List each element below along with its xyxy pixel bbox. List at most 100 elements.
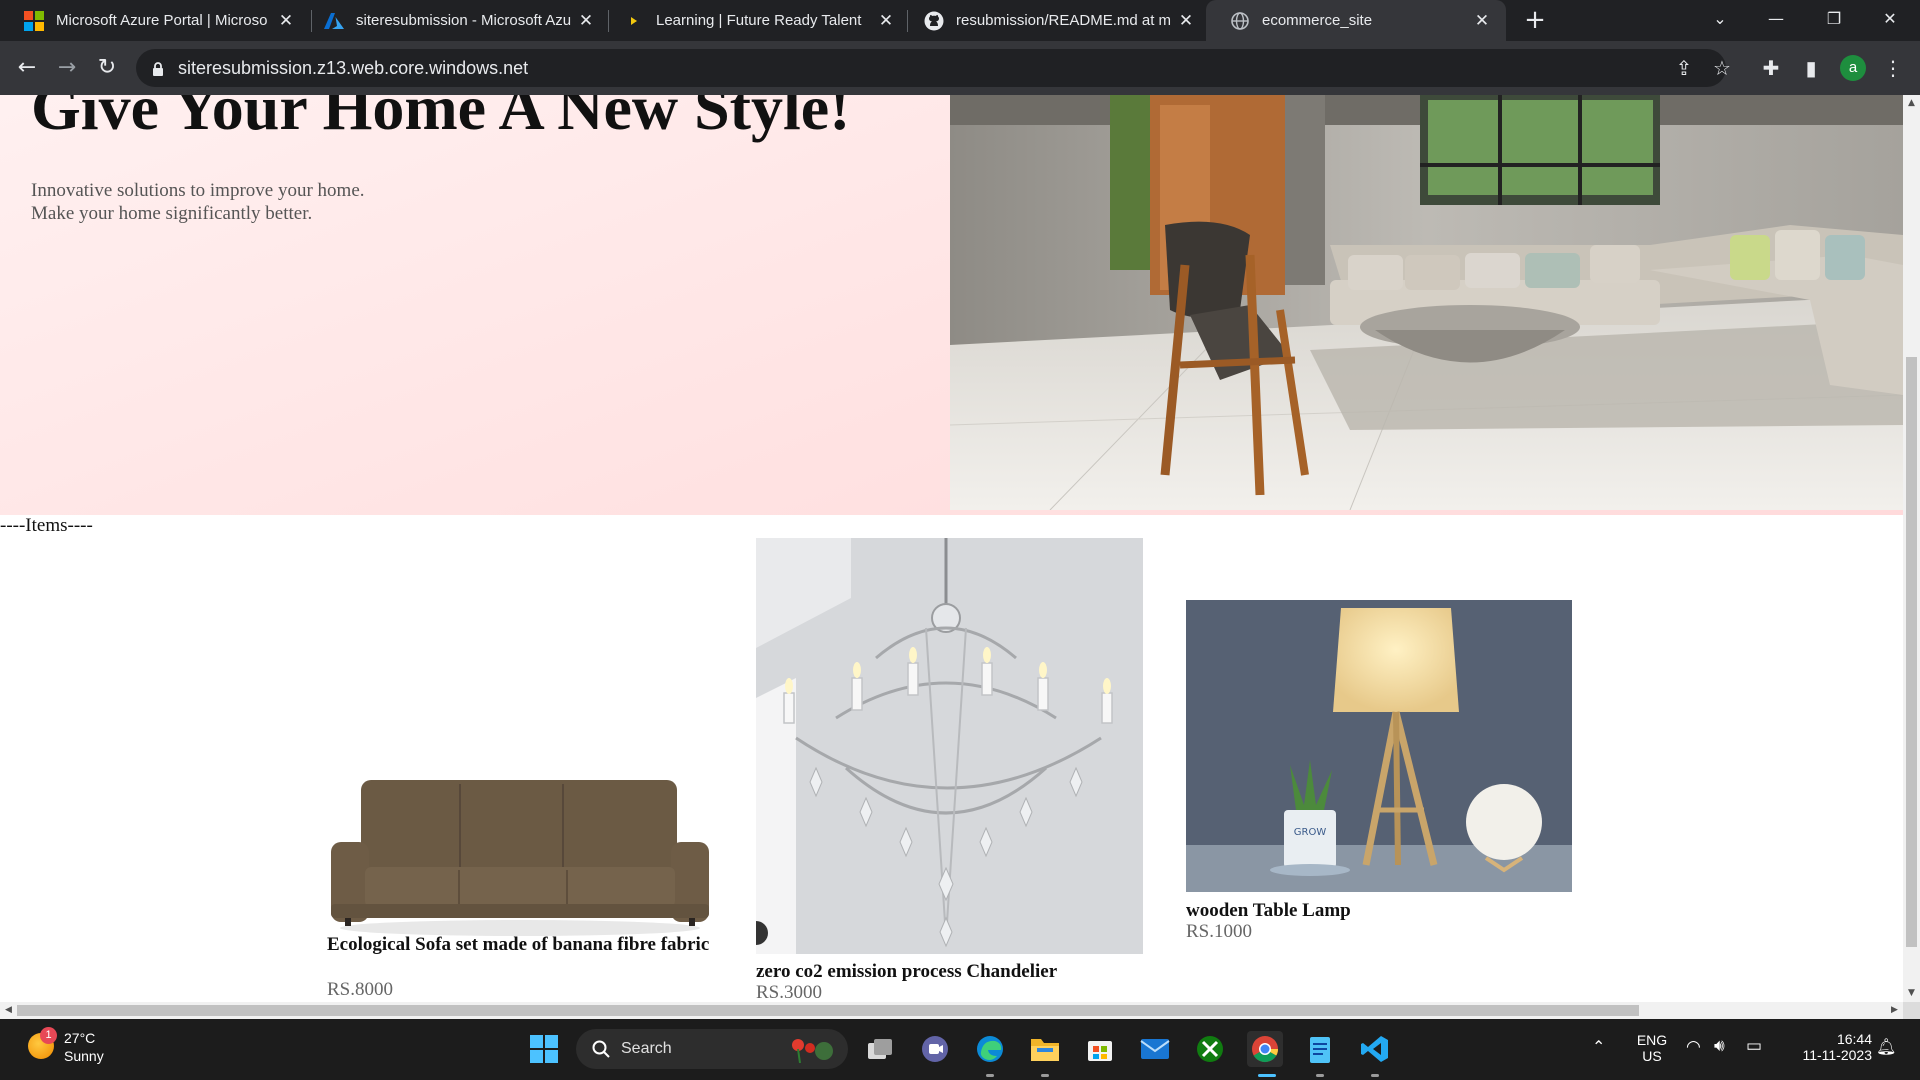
hero-subtitle-line: Make your home significantly better. bbox=[31, 203, 313, 224]
input-language[interactable]: ENG US bbox=[1630, 1032, 1674, 1064]
flowers-decoration-icon bbox=[792, 1039, 833, 1063]
bookmark-star-icon[interactable]: ☆ bbox=[1710, 57, 1734, 81]
close-tab-icon[interactable]: ✕ bbox=[1174, 11, 1198, 31]
profile-avatar[interactable]: a bbox=[1840, 55, 1866, 81]
language-code: ENG bbox=[1636, 1032, 1668, 1048]
hero-section: Give Your Home A New Style! Innovative s… bbox=[0, 95, 1903, 515]
microsoft-logo-icon bbox=[24, 10, 44, 31]
tab-github-readme[interactable]: resubmission/README.md at m ✕ bbox=[900, 0, 1210, 41]
search-label: Search bbox=[621, 1040, 672, 1057]
svg-text:GROW: GROW bbox=[1294, 827, 1327, 838]
hero-subtitle-line: Innovative solutions to improve your hom… bbox=[31, 180, 365, 201]
xbox-icon[interactable] bbox=[1192, 1031, 1228, 1067]
running-indicator bbox=[1041, 1074, 1049, 1077]
tab-azure-portal[interactable]: Microsoft Azure Portal | Microso ✕ bbox=[0, 0, 310, 41]
product-image-chandelier[interactable] bbox=[756, 538, 1143, 954]
close-tab-icon[interactable]: ✕ bbox=[874, 11, 898, 31]
hero-subtitle: Innovative solutions to improve your hom… bbox=[31, 179, 365, 225]
product-price: RS.3000 bbox=[756, 982, 822, 1002]
notification-badge: 1 bbox=[40, 1027, 57, 1044]
running-indicator bbox=[1371, 1074, 1379, 1077]
tab-title: ecommerce_site bbox=[1262, 12, 1373, 29]
github-logo-icon bbox=[924, 11, 944, 31]
url-text[interactable]: siteresubmission.z13.web.core.windows.ne… bbox=[178, 58, 528, 79]
weather-temperature: 27°C bbox=[64, 1030, 96, 1046]
reload-icon[interactable]: ↻ bbox=[92, 53, 122, 83]
chrome-icon[interactable] bbox=[1247, 1031, 1283, 1067]
scrollbar-corner bbox=[1903, 1002, 1920, 1019]
address-bar[interactable]: siteresubmission.z13.web.core.windows.ne… bbox=[136, 49, 1731, 87]
living-room-image bbox=[950, 95, 1903, 510]
close-tab-icon[interactable]: ✕ bbox=[574, 11, 598, 31]
tab-search-chevron-icon[interactable]: ⌄ bbox=[1692, 0, 1748, 41]
lock-icon[interactable] bbox=[152, 61, 164, 80]
learning-play-icon bbox=[624, 11, 644, 31]
wifi-icon[interactable]: ◠ bbox=[1686, 1037, 1701, 1057]
hero-title: Give Your Home A New Style! bbox=[31, 95, 851, 143]
taskbar-search[interactable]: Search bbox=[576, 1029, 848, 1069]
close-tab-icon[interactable]: ✕ bbox=[274, 11, 298, 31]
battery-icon[interactable]: ▭ bbox=[1746, 1036, 1762, 1056]
start-windows-icon[interactable] bbox=[526, 1031, 562, 1067]
teams-chat-icon[interactable] bbox=[917, 1031, 953, 1067]
windows-taskbar: 1 27°C Sunny Search ⌃ ENG US ◠ 🔊︎ ▭ 16:4… bbox=[0, 1019, 1920, 1080]
region-code: US bbox=[1642, 1048, 1662, 1064]
vertical-scrollbar[interactable]: ▲ ▼ bbox=[1903, 95, 1920, 1002]
tab-title: resubmission/README.md at m bbox=[956, 12, 1172, 29]
running-indicator bbox=[1316, 1074, 1324, 1077]
microsoft-store-icon[interactable] bbox=[1082, 1031, 1118, 1067]
horizontal-scrollbar[interactable]: ◀ ▶ bbox=[0, 1002, 1903, 1019]
volume-icon[interactable]: 🔊︎ bbox=[1714, 1036, 1725, 1056]
restore-icon[interactable]: ❐ bbox=[1806, 0, 1862, 41]
back-arrow-icon[interactable]: ← bbox=[12, 53, 42, 83]
file-explorer-icon[interactable] bbox=[1027, 1031, 1063, 1067]
edge-browser-icon[interactable] bbox=[972, 1031, 1008, 1067]
tab-title: Learning | Future Ready Talent bbox=[656, 12, 862, 29]
page-viewport: Give Your Home A New Style! Innovative s… bbox=[0, 95, 1903, 1002]
product-name[interactable]: Ecological Sofa set made of banana fibre… bbox=[327, 933, 713, 956]
tab-title: Microsoft Azure Portal | Microso bbox=[56, 12, 268, 29]
task-view-icon[interactable] bbox=[862, 1031, 898, 1067]
scroll-left-arrow-icon[interactable]: ◀ bbox=[0, 1002, 17, 1019]
tab-ecommerce-site[interactable]: ecommerce_site ✕ bbox=[1206, 0, 1506, 41]
mail-icon[interactable] bbox=[1137, 1031, 1173, 1067]
share-icon[interactable]: ⇪ bbox=[1672, 57, 1696, 81]
browser-toolbar: ← → ↻ siteresubmission.z13.web.core.wind… bbox=[0, 41, 1920, 95]
side-panel-icon[interactable]: ▮ bbox=[1798, 55, 1824, 81]
running-indicator bbox=[1258, 1074, 1276, 1077]
vertical-scroll-thumb[interactable] bbox=[1906, 357, 1917, 947]
forward-arrow-icon[interactable]: → bbox=[52, 53, 82, 83]
close-window-icon[interactable]: ✕ bbox=[1862, 0, 1918, 41]
clock[interactable]: 16:44 11-11-2023 bbox=[1782, 1031, 1872, 1063]
notification-bell-icon[interactable]: 🔔︎ bbox=[1876, 1037, 1896, 1057]
extensions-puzzle-icon[interactable]: ✚ bbox=[1758, 55, 1784, 81]
scroll-up-arrow-icon[interactable]: ▲ bbox=[1903, 95, 1920, 112]
close-tab-icon[interactable]: ✕ bbox=[1470, 11, 1494, 31]
horizontal-scroll-thumb[interactable] bbox=[17, 1005, 1639, 1016]
minimize-icon[interactable]: — bbox=[1748, 0, 1804, 41]
vscode-icon[interactable] bbox=[1357, 1031, 1393, 1067]
search-icon bbox=[592, 1040, 610, 1058]
tab-learning[interactable]: Learning | Future Ready Talent ✕ bbox=[600, 0, 910, 41]
tab-siteresubmission[interactable]: siteresubmission - Microsoft Azu ✕ bbox=[300, 0, 610, 41]
product-price: RS.1000 bbox=[1186, 921, 1252, 942]
clock-date: 11-11-2023 bbox=[1802, 1047, 1872, 1063]
show-hidden-icons-chevron-icon[interactable]: ⌃ bbox=[1592, 1037, 1605, 1057]
product-name[interactable]: wooden Table Lamp bbox=[1186, 899, 1572, 922]
clock-time: 16:44 bbox=[1836, 1031, 1872, 1047]
product-price: RS.8000 bbox=[327, 979, 393, 1000]
weather-condition: Sunny bbox=[64, 1048, 104, 1064]
product-image-table-lamp[interactable]: GROW bbox=[1186, 600, 1572, 892]
menu-kebab-icon[interactable]: ⋮ bbox=[1880, 55, 1906, 81]
items-heading: ----Items---- bbox=[0, 515, 93, 536]
azure-logo-icon bbox=[324, 11, 344, 31]
new-tab-button[interactable]: + bbox=[1520, 6, 1550, 36]
scroll-right-arrow-icon[interactable]: ▶ bbox=[1886, 1002, 1903, 1019]
notepad-icon[interactable] bbox=[1302, 1031, 1338, 1067]
product-image-sofa[interactable] bbox=[327, 732, 713, 952]
tab-strip: Microsoft Azure Portal | Microso ✕ siter… bbox=[0, 0, 1920, 41]
product-name[interactable]: zero co2 emission process Chandelier bbox=[756, 960, 1143, 983]
globe-icon bbox=[1230, 11, 1250, 31]
scroll-down-arrow-icon[interactable]: ▼ bbox=[1903, 985, 1920, 1002]
running-indicator bbox=[986, 1074, 994, 1077]
